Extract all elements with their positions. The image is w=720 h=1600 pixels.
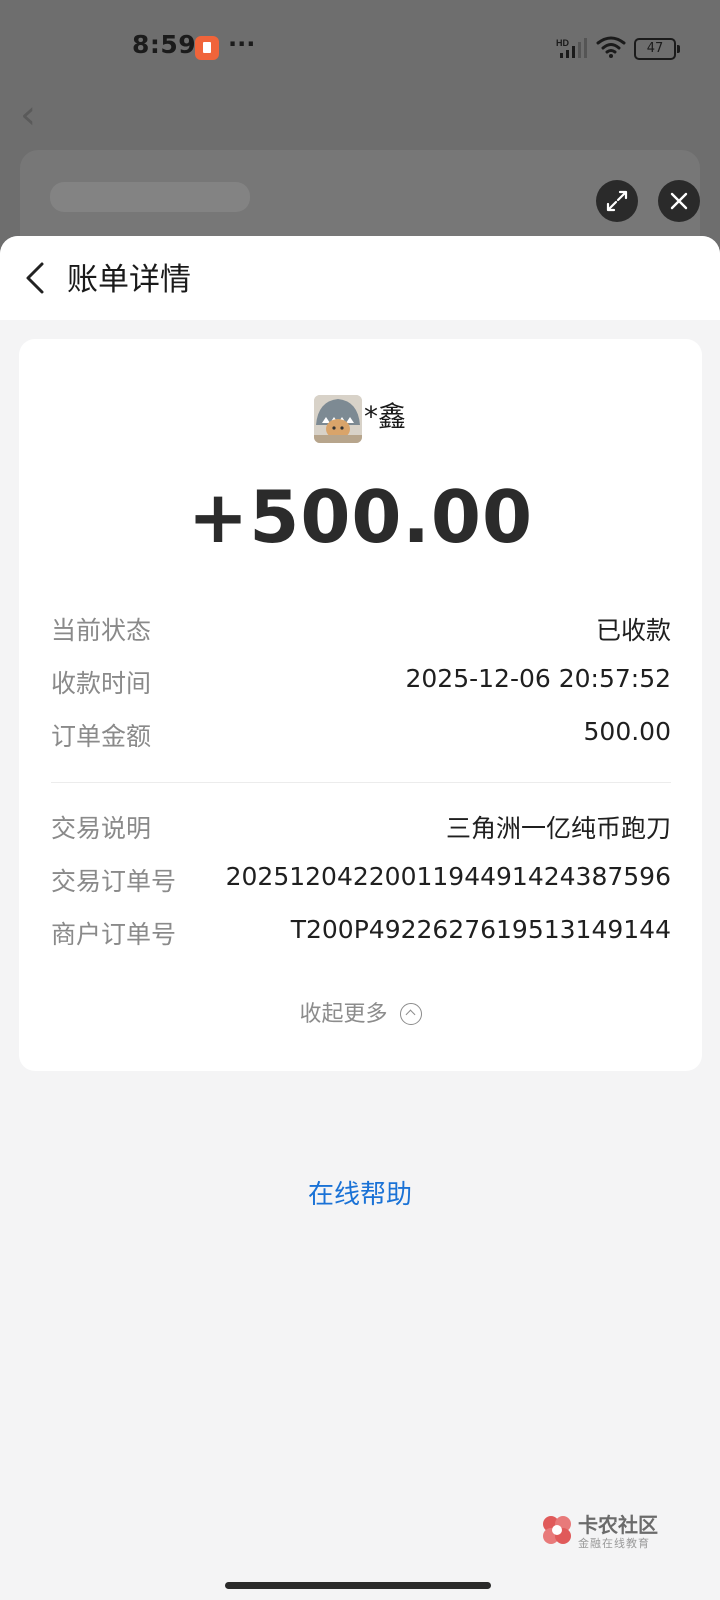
detail-row-transaction-id: 交易订单号 2025120422001194491424387596: [51, 862, 671, 902]
background-blurred-text: [50, 182, 250, 212]
bill-detail-sheet: 账单详情 *鑫 +500.00 当前状态 已收款 收款时间 2025-12-06…: [0, 236, 720, 1600]
detail-value[interactable]: T200P4922627619513149144: [291, 915, 671, 944]
detail-row-merchant-order-id: 商户订单号 T200P4922627619513149144: [51, 915, 671, 955]
detail-label: 商户订单号: [51, 920, 177, 949]
bill-card: *鑫 +500.00 当前状态 已收款 收款时间 2025-12-06 20:5…: [19, 339, 702, 1071]
detail-row-order-amount: 订单金额 500.00: [51, 717, 671, 757]
payee-avatar: [314, 395, 362, 443]
wifi-icon: [596, 36, 626, 58]
detail-value: 已收款: [595, 616, 671, 645]
detail-label: 交易说明: [51, 814, 152, 843]
payee-name: *鑫: [364, 400, 407, 433]
signal-icon: HD: [556, 38, 587, 58]
expand-icon: [606, 190, 628, 212]
detail-value: 500.00: [583, 717, 671, 746]
sheet-header: 账单详情: [0, 236, 720, 320]
detail-label: 订单金额: [51, 722, 152, 751]
page-title: 账单详情: [67, 262, 191, 298]
watermark-subtitle: 金融在线教育: [578, 1537, 650, 1550]
collapse-more-label: 收起更多: [299, 1002, 388, 1027]
detail-label: 收款时间: [51, 669, 152, 698]
battery-icon: 47: [634, 38, 680, 60]
kanong-logo-icon: [543, 1516, 571, 1544]
shark-hat-cat-avatar: [314, 395, 362, 443]
app-notification-icon: [195, 36, 219, 60]
collapse-more-button[interactable]: 收起更多: [19, 996, 702, 1028]
detail-row-description: 交易说明 三角洲一亿纯币跑刀: [51, 809, 671, 849]
detail-value[interactable]: 2025120422001194491424387596: [226, 862, 671, 891]
detail-label: 交易订单号: [51, 867, 177, 896]
back-button[interactable]: [18, 256, 54, 300]
detail-label: 当前状态: [51, 616, 152, 645]
status-time: 8:59: [132, 30, 197, 59]
background-back-icon: ‹: [20, 92, 36, 138]
chevron-up-icon: [399, 1003, 422, 1025]
divider: [51, 782, 671, 783]
more-notifications-icon: ···: [228, 30, 256, 58]
transaction-amount: +500.00: [187, 475, 534, 559]
online-help-link[interactable]: 在线帮助: [0, 1174, 720, 1211]
network-label: HD: [556, 38, 569, 48]
home-indicator[interactable]: [225, 1582, 491, 1589]
watermark: 卡农社区 金融在线教育: [540, 1509, 670, 1553]
status-bar: 8:59 ··· HD 47: [0, 0, 720, 96]
detail-row-status: 当前状态 已收款: [51, 611, 671, 651]
detail-value: 三角洲一亿纯币跑刀: [445, 814, 671, 843]
detail-row-time: 收款时间 2025-12-06 20:57:52: [51, 664, 671, 704]
watermark-title: 卡农社区: [578, 1513, 658, 1537]
close-button[interactable]: [658, 180, 700, 222]
close-icon: [670, 192, 688, 210]
expand-button[interactable]: [596, 180, 638, 222]
detail-value: 2025-12-06 20:57:52: [405, 664, 671, 693]
